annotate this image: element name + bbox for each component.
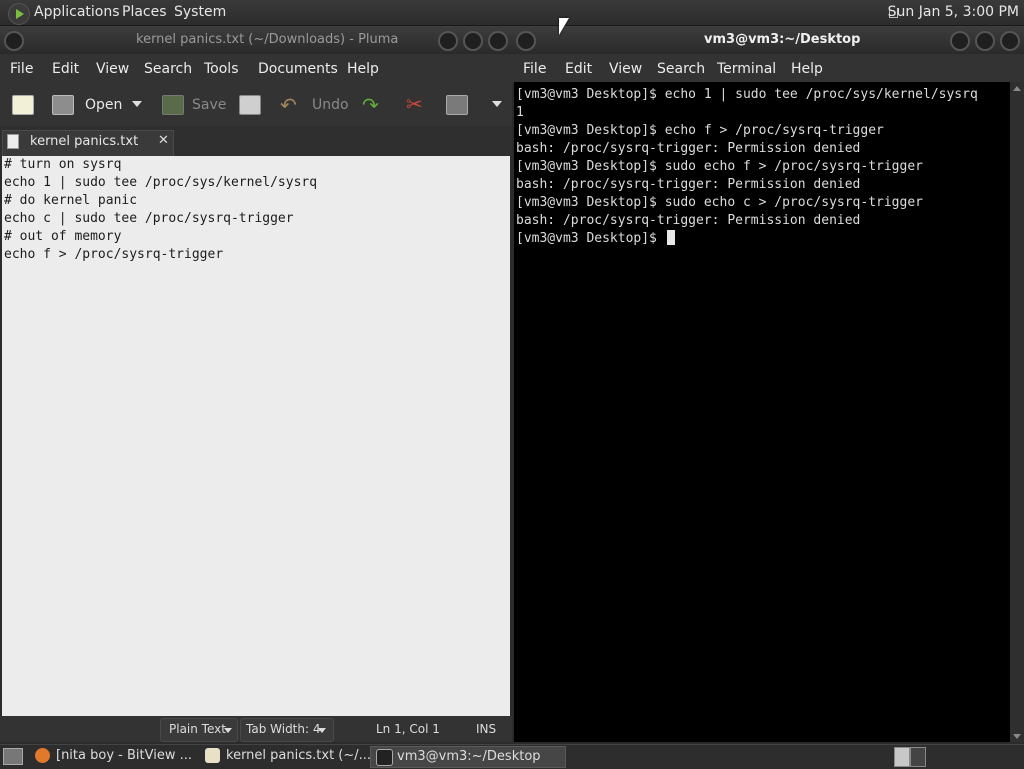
- terminal-menu-edit[interactable]: Edit: [565, 61, 592, 77]
- task-pluma[interactable]: kernel panics.txt (~/...: [200, 746, 391, 766]
- document-tab-label[interactable]: kernel panics.txt: [30, 134, 138, 149]
- terminal-line: [vm3@vm3 Desktop]$ sudo echo c > /proc/s…: [516, 195, 923, 210]
- scroll-up-icon[interactable]: [1013, 86, 1021, 91]
- undo-button[interactable]: Undo: [312, 97, 349, 113]
- editor-line-4: echo c | sudo tee /proc/sysrq-trigger: [4, 211, 294, 226]
- terminal-cursor: [666, 230, 675, 245]
- window-menu-icon[interactable]: [4, 31, 24, 51]
- pluma-menu-file[interactable]: File: [10, 61, 33, 77]
- task-bitview[interactable]: [nita boy - BitView ...: [30, 746, 216, 766]
- minimize-icon[interactable]: [438, 31, 458, 51]
- workspace-2[interactable]: [910, 747, 926, 767]
- syntax-label: Plain Text: [169, 722, 226, 736]
- copy-icon[interactable]: [446, 95, 468, 115]
- workspace-1[interactable]: [894, 747, 910, 767]
- applications-menu[interactable]: Applications: [34, 4, 120, 20]
- undo-icon[interactable]: ↶: [280, 93, 297, 117]
- terminal-menu-file[interactable]: File: [523, 61, 546, 77]
- chevron-down-icon[interactable]: [132, 101, 142, 107]
- terminal-minimize-icon[interactable]: [950, 31, 970, 51]
- scroll-down-icon[interactable]: [1013, 734, 1021, 739]
- mate-menu-logo-icon[interactable]: [8, 3, 30, 25]
- editor-line-5: # out of memory: [4, 229, 122, 244]
- save-disk-icon[interactable]: [162, 95, 184, 115]
- editor-line-3: # do kernel panic: [4, 193, 138, 208]
- terminal-maximize-icon[interactable]: [975, 31, 995, 51]
- terminal-scrollbar[interactable]: [1010, 82, 1024, 742]
- text-editor-icon: [205, 748, 220, 763]
- save-button[interactable]: Save: [192, 97, 226, 113]
- terminal-prompt: [vm3@vm3 Desktop]$: [516, 231, 665, 246]
- cut-icon[interactable]: ✂: [406, 92, 423, 116]
- terminal-prompt-line[interactable]: [vm3@vm3 Desktop]$: [516, 230, 675, 248]
- pluma-menu-help[interactable]: Help: [347, 61, 379, 77]
- task-pluma-label: kernel panics.txt (~/...: [226, 748, 372, 763]
- tab-width-label: Tab Width: 4: [246, 722, 321, 736]
- editor-line-1: # turn on sysrq: [4, 157, 122, 172]
- terminal-line: [vm3@vm3 Desktop]$ echo f > /proc/sysrq-…: [516, 123, 884, 138]
- insert-mode: INS: [476, 722, 497, 736]
- terminal-line: bash: /proc/sysrq-trigger: Permission de…: [516, 177, 861, 192]
- terminal-menu-view[interactable]: View: [609, 61, 642, 77]
- terminal-icon: [376, 749, 393, 766]
- firefox-icon: [35, 748, 50, 763]
- pluma-menu-documents[interactable]: Documents: [258, 61, 338, 77]
- open-button[interactable]: Open: [85, 97, 122, 113]
- places-menu[interactable]: Places: [122, 4, 167, 20]
- print-icon[interactable]: [239, 95, 261, 115]
- clock[interactable]: Sun Jan 5, 3:00 PM: [888, 4, 1019, 20]
- terminal-line: bash: /proc/sysrq-trigger: Permission de…: [516, 213, 861, 228]
- pluma-menu-tools[interactable]: Tools: [204, 61, 239, 77]
- terminal-menu-search[interactable]: Search: [657, 61, 705, 77]
- cursor-position: Ln 1, Col 1: [376, 722, 440, 736]
- maximize-icon[interactable]: [463, 31, 483, 51]
- toolbar-overflow-icon[interactable]: [492, 101, 502, 107]
- terminal-line: [vm3@vm3 Desktop]$ echo 1 | sudo tee /pr…: [516, 87, 978, 102]
- close-icon[interactable]: [488, 31, 508, 51]
- pluma-menu-search[interactable]: Search: [144, 61, 192, 77]
- task-terminal[interactable]: vm3@vm3:~/Desktop: [370, 746, 566, 768]
- task-terminal-label: vm3@vm3:~/Desktop: [397, 749, 541, 764]
- terminal-line: [vm3@vm3 Desktop]$ sudo echo f > /proc/s…: [516, 159, 923, 174]
- text-file-icon: [7, 134, 19, 149]
- new-document-icon[interactable]: [12, 95, 34, 115]
- terminal-menu-help[interactable]: Help: [791, 61, 823, 77]
- editor-line-2: echo 1 | sudo tee /proc/sys/kernel/sysrq: [4, 175, 318, 190]
- terminal-line: bash: /proc/sysrq-trigger: Permission de…: [516, 141, 861, 156]
- tab-width-chevron-icon[interactable]: [318, 728, 326, 733]
- syntax-chevron-icon[interactable]: [224, 728, 232, 733]
- terminal-window-menu-icon[interactable]: [516, 31, 536, 51]
- terminal-close-icon[interactable]: [1000, 31, 1020, 51]
- close-tab-icon[interactable]: ✕: [158, 133, 169, 148]
- open-folder-icon[interactable]: [52, 95, 74, 115]
- pluma-window-title: kernel panics.txt (~/Downloads) - Pluma: [136, 32, 399, 47]
- task-bitview-label: [nita boy - BitView ...: [56, 748, 192, 763]
- system-menu[interactable]: System: [174, 4, 226, 20]
- redo-icon[interactable]: ↷: [362, 93, 379, 117]
- terminal-window-title: vm3@vm3:~/Desktop: [704, 32, 861, 47]
- terminal-line: 1: [516, 105, 524, 120]
- pluma-menu-view[interactable]: View: [96, 61, 129, 77]
- show-desktop-icon[interactable]: [3, 748, 23, 765]
- editor-line-6: echo f > /proc/sysrq-trigger: [4, 247, 224, 262]
- mouse-pointer-icon: [559, 18, 569, 35]
- terminal-menu-terminal[interactable]: Terminal: [717, 61, 776, 77]
- pluma-menu-edit[interactable]: Edit: [52, 61, 79, 77]
